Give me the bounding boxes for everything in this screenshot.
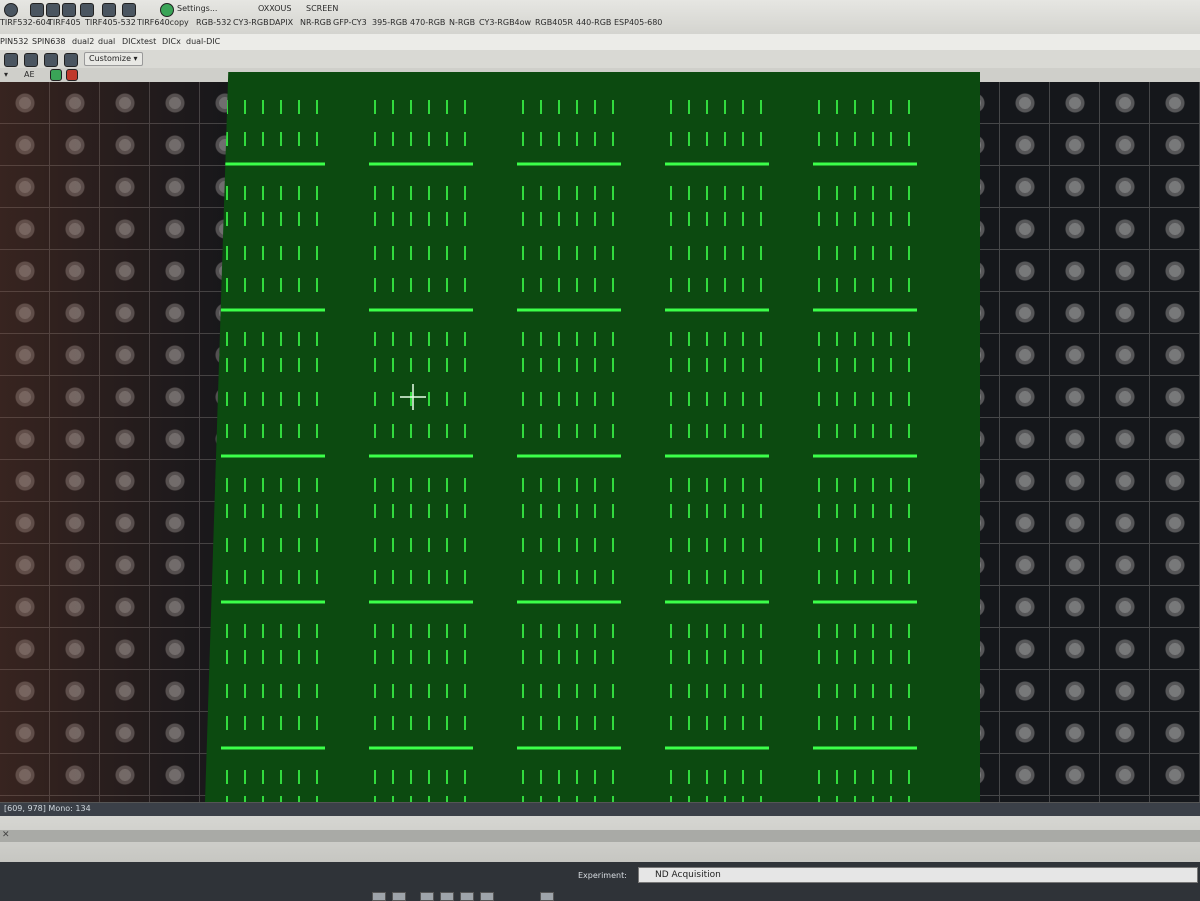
grid-cell — [813, 538, 917, 664]
image-viewport[interactable] — [0, 72, 1200, 802]
grid-cell — [665, 392, 769, 518]
grid-cell — [665, 246, 769, 372]
grid-cell — [813, 246, 917, 372]
preset-toolbar: Settings... OXXOUS SCREEN TIRF532-604 TI… — [0, 0, 1200, 35]
channel-dual-dic[interactable]: dual-DIC — [186, 37, 220, 46]
grid-cell — [665, 538, 769, 664]
grid-cell — [517, 538, 621, 664]
grid-icon[interactable] — [80, 3, 94, 17]
grid-cell — [665, 684, 769, 802]
histogram-icon[interactable] — [24, 53, 38, 67]
pen-icon[interactable] — [4, 53, 18, 67]
grid-cell — [369, 684, 473, 802]
grid-cell — [221, 100, 325, 226]
preset-dapix[interactable]: DAPIX — [269, 18, 293, 27]
panel-strip — [0, 830, 1200, 842]
screen-glare — [0, 82, 230, 802]
grid-cell — [369, 246, 473, 372]
grid-cell — [517, 246, 621, 372]
grid-cell — [813, 392, 917, 518]
grid-cell — [517, 684, 621, 802]
sum-icon[interactable] — [122, 3, 136, 17]
grid-cell — [221, 538, 325, 664]
experiment-value: ND Acquisition — [655, 870, 721, 880]
grid-cell — [369, 538, 473, 664]
settings-button-bottom[interactable] — [540, 892, 554, 901]
refresh-icon[interactable] — [160, 3, 174, 17]
grid-cell — [221, 246, 325, 372]
export-button[interactable] — [480, 892, 494, 901]
settings-button[interactable]: Settings... — [177, 4, 217, 13]
crosshair-cursor-icon — [400, 384, 426, 410]
experiment-field[interactable]: ND Acquisition — [638, 867, 1198, 883]
channel-toolbar: PIN532 SPIN638 dual2 dual DICxtest DICx … — [0, 34, 1200, 51]
oxxous-button[interactable]: OXXOUS — [258, 4, 291, 13]
channel-pin532[interactable]: PIN532 — [0, 37, 28, 46]
stop-button[interactable] — [420, 892, 434, 901]
preset-gfp-cy3[interactable]: GFP-CY3 — [333, 18, 367, 27]
live-icon[interactable] — [46, 3, 60, 17]
fluorescence-image[interactable] — [205, 72, 980, 802]
grid-cell — [813, 684, 917, 802]
grid-cell — [369, 100, 473, 226]
palette-icon[interactable] — [66, 69, 78, 81]
preset-cy3-rgb[interactable]: CY3-RGB — [233, 18, 269, 27]
dropdown-arrow-icon[interactable]: ▾ — [4, 70, 8, 79]
grid-cell — [221, 684, 325, 802]
preset-nr-rgb[interactable]: NR-RGB — [300, 18, 331, 27]
customize-label: Customize — [89, 54, 131, 63]
capture-icon[interactable] — [30, 3, 44, 17]
close-icon[interactable]: ✕ — [2, 830, 10, 840]
grid-cell — [221, 392, 325, 518]
status-bar: [609, 978] Mono: 134 — [0, 802, 1200, 817]
acquisition-bar: Experiment: ND Acquisition — [0, 862, 1200, 901]
preset-440-rgb[interactable]: 440-RGB — [576, 18, 611, 27]
lut-icon[interactable] — [50, 69, 62, 81]
channels-icon[interactable] — [64, 53, 78, 67]
preset-tirf532-604[interactable]: TIRF532-604 — [0, 18, 51, 27]
grid-cell — [813, 100, 917, 226]
preset-395-rgb[interactable]: 395-RGB — [372, 18, 407, 27]
camera-icon[interactable] — [62, 3, 76, 17]
preset-rgb405r[interactable]: RGB405R — [535, 18, 573, 27]
customize-button[interactable]: Customize ▾ — [84, 52, 143, 66]
channel-dicxtest[interactable]: DICxtest — [122, 37, 156, 46]
save-button[interactable] — [440, 892, 454, 901]
preset-n-rgb[interactable]: N-RGB — [449, 18, 475, 27]
menu-icon[interactable] — [4, 3, 18, 17]
preset-rgb-532[interactable]: RGB-532 — [196, 18, 231, 27]
channel-spin638[interactable]: SPIN638 — [32, 37, 66, 46]
calibration-grid — [221, 100, 917, 802]
grid-cell — [665, 100, 769, 226]
zoom-icon[interactable] — [102, 3, 116, 17]
grid-cell — [517, 392, 621, 518]
preset-tirf405[interactable]: TIRF405 — [48, 18, 81, 27]
channel-dual[interactable]: dual — [98, 37, 115, 46]
auto-exposure-button[interactable]: AE — [24, 70, 35, 79]
experiment-label: Experiment: — [578, 871, 627, 880]
run-button[interactable] — [372, 892, 386, 901]
preset-470-rgb[interactable]: 470-RGB — [410, 18, 445, 27]
options-button[interactable] — [460, 892, 474, 901]
pixel-readout: [609, 978] Mono: 134 — [4, 804, 91, 813]
preset-esp405-680[interactable]: ESP405-680 — [614, 18, 662, 27]
channel-dual2[interactable]: dual2 — [72, 37, 94, 46]
grid-cell — [517, 100, 621, 226]
pause-button[interactable] — [392, 892, 406, 901]
preset-tirf405-532[interactable]: TIRF405-532 — [85, 18, 136, 27]
screen-button[interactable]: SCREEN — [306, 4, 338, 13]
preset-cy3-rgb4ow[interactable]: CY3-RGB4ow — [479, 18, 531, 27]
preset-tirf640copy[interactable]: TIRF640copy — [137, 18, 189, 27]
tools-toolbar: Customize ▾ — [0, 50, 1200, 69]
channel-dicx[interactable]: DICx — [162, 37, 181, 46]
layers-icon[interactable] — [44, 53, 58, 67]
